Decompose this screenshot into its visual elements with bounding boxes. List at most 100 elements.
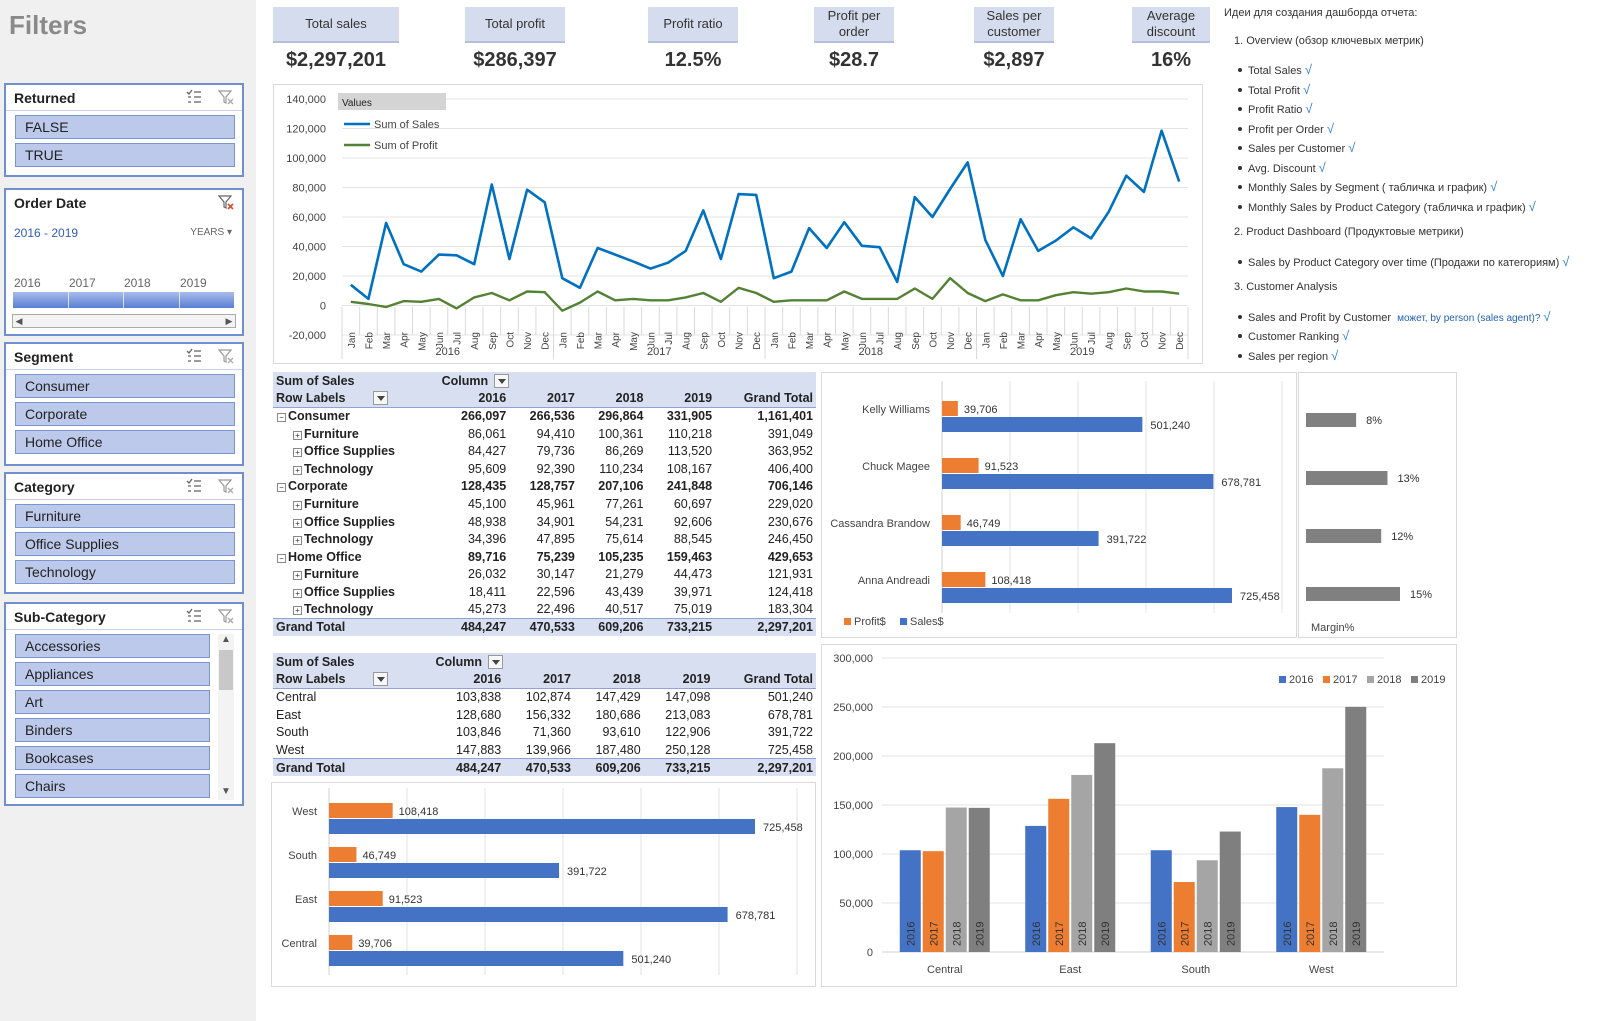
clear-filter-icon[interactable] [218,348,234,364]
slicer-item-art[interactable]: Art [15,690,210,714]
slicer-item-home-office[interactable]: Home Office [15,430,235,454]
notes-item: Monthly Sales by Product Category (табли… [1238,199,1536,214]
clear-filter-icon[interactable] [218,194,234,210]
bar-profit [942,458,979,473]
pivot-grand-total-header: Grand Total [715,389,816,408]
chevron-down-icon[interactable]: ▼ [218,786,234,800]
pivot-row: + Furniture 86,061 94,410 100,361 110,218 391,… [273,425,816,443]
bar-inside-label: 2018 [1328,922,1340,946]
slicer-item-corporate[interactable]: Corporate [15,402,235,426]
pivot-cell: 103,838 [456,690,502,705]
timeline-year: 2019 [180,276,207,290]
slicer-item-chairs[interactable]: Chairs [15,774,210,798]
slicer-scrollbar[interactable]: ▲ ▼ [218,634,234,800]
pivot-grand-total-row: Grand Total 484,247 470,533 609,206 733,215 2… [273,617,816,636]
slicer-item-consumer[interactable]: Consumer [15,374,235,398]
slicer-item-furniture[interactable]: Furniture [15,504,235,528]
pivot-row-label[interactable]: Row Labels [273,389,441,408]
pivot-row-label[interactable]: Row Labels [273,670,435,689]
kpi-label: Sales per customer [974,7,1054,43]
pivot-row-label-cell[interactable]: + Office Supplies [273,442,441,460]
pivot-row-label-cell[interactable]: − Home Office [273,548,441,566]
pivot-row-label-cell[interactable]: + Furniture [273,566,441,584]
x-tick-label: Sep [911,332,922,350]
bar-inside-label: 2018 [1202,922,1214,946]
pivot-cell: 60,697 [673,496,713,511]
timeline-order-date: Order Date 2016 - 2019 YEARS ▾ 2016 2017… [4,188,244,336]
x-tick-label: Mar [382,331,393,349]
filters-panel: Filters Returned FALSE TRUE Order Date 2… [0,0,256,1021]
slicer-item-bookcases[interactable]: Bookcases [15,746,210,770]
bar-profit [942,572,986,587]
pivot-cell: 229,020 [767,496,813,511]
slicer-item-accessories[interactable]: Accessories [15,634,210,658]
data-label: 391,722 [567,866,607,878]
multi-select-icon[interactable] [186,348,202,364]
timeline-scrollbar[interactable]: ◀ ▶ [12,314,236,328]
pivot-row-label-cell[interactable]: + Office Supplies [273,513,441,531]
pivot-row-label-cell[interactable]: + Office Supplies [273,583,441,601]
pivot-year-header: 2019 [643,670,714,689]
pivot-cell: 103,846 [456,725,502,740]
category-label: Cassandra Brandow [830,518,930,530]
pivot-column-label[interactable]: Column [440,372,816,390]
x-tick-label: May [629,332,640,351]
pivot-row-label-cell: West [276,742,305,757]
pivot-cell: 266,536 [529,409,575,424]
pivot-cell: 121,931 [767,567,813,582]
kpi-label: Average discount [1132,7,1210,43]
pivot-row-label-cell[interactable]: − Corporate [273,478,441,496]
slicer-returned-title: Returned [14,89,76,106]
x-tick-label: Aug [470,332,481,350]
clear-filter-icon[interactable] [218,608,234,624]
bar-profit [329,803,393,818]
kpi-sales-per-customer: Sales per customer $2,897 [974,7,1054,72]
bar-profit [942,401,958,416]
pivot-row-label-cell[interactable]: + Furniture [273,425,441,443]
x-tick-label: Jan [347,332,358,348]
x-tick-label: Aug [893,332,904,350]
slicer-item-false[interactable]: FALSE [15,115,235,139]
bar-sales [329,863,560,878]
scroll-right-icon[interactable]: ▶ [223,315,235,327]
pivot-table-segment-category: Sum of Sales Column Row Labels 2016 2017 2018… [273,372,816,636]
timeline-unit-dropdown[interactable]: YEARS ▾ [190,227,232,238]
notes-item: Sales per Customer √ [1238,140,1355,155]
slicer-item-appliances[interactable]: Appliances [15,662,210,686]
pivot-row: Central 103,838 102,874 147,429 147,098 501,2… [273,688,816,706]
notes-item: Total Sales √ [1238,62,1312,77]
pivot-row-label-cell[interactable]: + Furniture [273,495,441,513]
clear-filter-icon[interactable] [218,478,234,494]
slicer-item-true[interactable]: TRUE [15,143,235,167]
pivot-row-label-cell[interactable]: + Technology [273,601,441,619]
data-label: 108,418 [399,806,439,818]
row-filter-dropdown [373,672,389,687]
clear-filter-icon[interactable] [218,89,234,105]
pivot-row-label-cell[interactable]: − Consumer [273,407,441,425]
slicer-item-technology[interactable]: Technology [15,560,235,584]
x-tick-label: South [1181,964,1210,976]
kpi-label: Profit per order [814,7,894,43]
multi-select-icon[interactable] [186,478,202,494]
notes-item: Profit per Order √ [1238,121,1334,136]
pivot-cell: 100,361 [598,426,644,441]
slicer-item-office-supplies[interactable]: Office Supplies [15,532,235,556]
x-tick-label: Dec [752,332,763,350]
pivot-column-label[interactable]: Column [434,653,816,671]
pivot-row-label-cell[interactable]: + Technology [273,460,441,478]
kpi-profit-ratio: Profit ratio 12.5% [648,7,738,72]
pivot-title: Sum of Sales [273,653,435,671]
pivot-row-label-cell[interactable]: + Technology [273,530,441,548]
chevron-up-icon[interactable]: ▲ [218,634,234,648]
multi-select-icon[interactable] [186,89,202,105]
pivot-row-label-cell: Central [276,690,317,705]
pivot-cell: 124,418 [767,584,813,599]
slicer-item-binders[interactable]: Binders [15,718,210,742]
scroll-left-icon[interactable]: ◀ [13,315,25,327]
multi-select-icon[interactable] [186,608,202,624]
data-label: 46,749 [967,518,1001,530]
pivot-cell: 92,390 [536,461,575,476]
pivot-year-header: 2018 [577,389,647,408]
scroll-thumb[interactable] [219,650,233,690]
legend-swatch [1279,676,1286,683]
